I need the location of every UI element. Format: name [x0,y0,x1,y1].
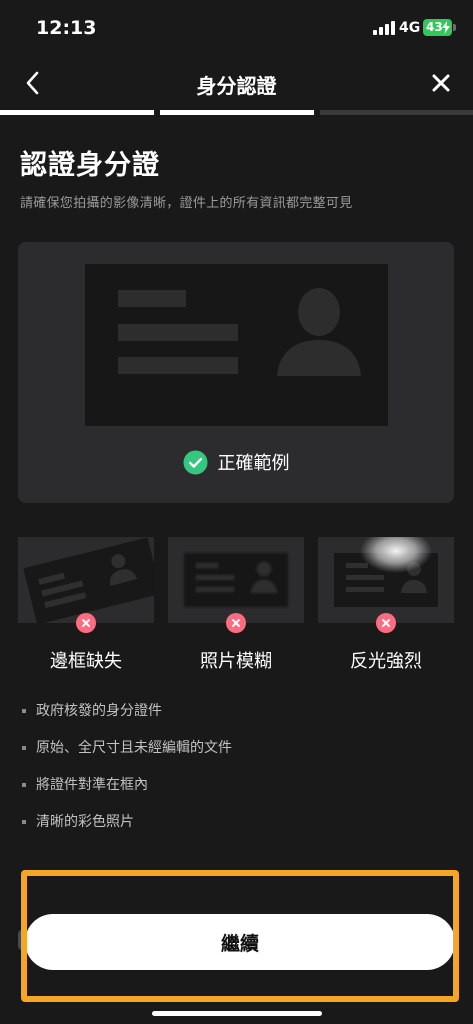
glare-id-card-icon [334,537,438,607]
blurry-id-thumbnail [168,537,304,623]
incorrect-examples: 邊框缺失 照片模糊 反光強烈 [18,537,454,677]
tilted-id-thumbnail [18,537,154,623]
section-title: 認證身分證 [20,150,160,181]
step-progress-bar [0,110,473,115]
progress-step-3 [320,110,473,115]
requirement-item: 政府核發的身分證件 [22,700,442,737]
correct-example-card: 正確範例 [18,242,454,503]
home-indicator [152,1011,322,1016]
correct-example-label: 正確範例 [217,453,290,474]
battery-cap [453,24,456,31]
close-icon [432,74,450,92]
section-subtitle: 請確保您拍攝的影像清晰，證件上的所有資訊都完整可見 [20,196,353,211]
requirements-list: 政府核發的身分證件 原始、全尺寸且未經編輯的文件 將證件對準在框內 清晰的彩色照… [22,700,442,848]
error-x-icon [76,613,96,633]
error-x-icon [226,613,246,633]
page-title: 身分認證 [196,74,277,98]
id-text-line [118,357,238,374]
correct-example-caption: 正確範例 [18,447,454,477]
signal-icon [373,21,395,35]
portrait-silhouette-icon [277,288,361,376]
bad-example-label: 邊框缺失 [50,651,122,672]
requirement-item: 將證件對準在框內 [22,774,442,811]
close-button[interactable] [424,66,458,100]
bad-example-label: 反光強烈 [350,651,422,672]
error-x-icon [376,613,396,633]
id-text-line [118,324,238,341]
status-time: 12:13 [36,17,97,39]
battery-level: 43 [426,20,443,34]
progress-step-2 [160,110,314,115]
bad-example-missing-border: 邊框缺失 [18,537,154,677]
blurry-id-card-icon [184,553,288,607]
header: 身分認證 [0,58,473,108]
check-circle-icon [183,450,207,474]
bad-example-blurry: 照片模糊 [168,537,304,677]
glare-id-thumbnail [318,537,454,623]
bad-example-glare: 反光強烈 [318,537,454,677]
requirement-item: 原始、全尺寸且未經編輯的文件 [22,737,442,774]
network-type: 4G [399,20,421,36]
battery-icon: 43 [423,19,452,36]
id-verification-screen: 12:13 4G 43 身分認證 認證身分證 請確保您拍攝的影像清晰，證件上的所… [0,0,473,1024]
status-bar: 12:13 4G 43 [0,0,473,56]
tilted-id-card-icon [23,537,154,623]
charging-bolt-icon [442,21,450,34]
progress-step-1 [0,110,154,115]
id-card-illustration [85,264,388,426]
highlight-annotation-box [21,870,459,1002]
bad-example-label: 照片模糊 [200,651,272,672]
id-text-line [118,290,186,307]
requirement-item: 清晰的彩色照片 [22,811,442,848]
